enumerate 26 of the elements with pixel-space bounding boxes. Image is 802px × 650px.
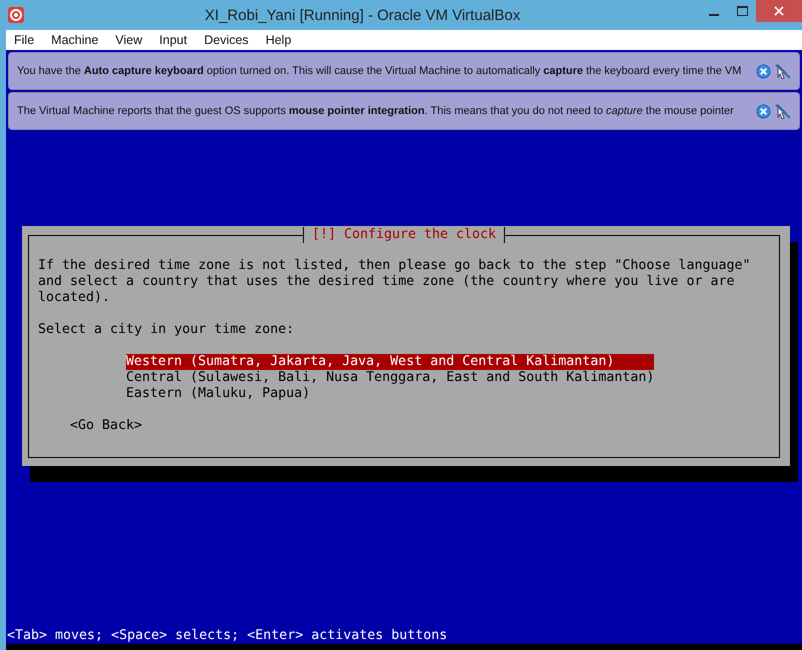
description-text: If the desired time zone is not listed, then please go back to the step "Choose language" and select a country that uses the desired time zone (the country where you live or are located). <box>38 258 752 306</box>
go-back-button[interactable]: <Go Back> <box>70 418 142 434</box>
timezone-option[interactable]: Western (Sumatra, Jakarta, Java, West and Central Kalimantan) <box>126 354 654 370</box>
close-icon[interactable] <box>756 104 771 118</box>
menu-item[interactable]: Machine <box>51 33 98 47</box>
menu-item[interactable]: Input <box>159 33 188 47</box>
menu-item[interactable]: Devices <box>204 33 249 47</box>
status-line: <Tab> moves; <Space> selects; <Enter> activates buttons <box>6 628 448 644</box>
window-title: XI_Robi_Yani [Running] - Oracle VM VirtualBox <box>204 6 522 24</box>
notification-text: The Virtual Machine reports that the guest OS supports mouse pointer integration. This means that you do not need to capture the mouse pointer <box>17 105 735 117</box>
maximize-icon <box>736 6 748 16</box>
timezone-option[interactable]: Central (Sulawesi, Bali, Nusa Tenggara, East and South Kalimantan) <box>126 370 654 386</box>
menu-item[interactable]: Help <box>266 33 292 47</box>
app-icon <box>7 6 25 24</box>
pointer-crossed-icon[interactable] <box>775 63 791 79</box>
minimize-icon <box>709 14 719 16</box>
menu-item[interactable]: View <box>115 33 142 47</box>
prompt-text: Select a city in your time zone: <box>38 322 296 338</box>
timezone-option[interactable]: Eastern (Maluku, Papua) <box>126 386 654 402</box>
notification-text: You have the Auto capture keyboard option turned on. This will cause the Virtual Machine to automatically capture the keyboard every time the VM <box>17 65 742 77</box>
pointer-crossed-icon[interactable] <box>775 103 791 119</box>
close-button[interactable] <box>756 0 802 22</box>
dialog-title: [!] Configure the clock <box>302 227 506 243</box>
menu-item[interactable]: File <box>14 33 34 47</box>
close-icon <box>774 6 784 16</box>
close-icon[interactable] <box>756 64 771 78</box>
